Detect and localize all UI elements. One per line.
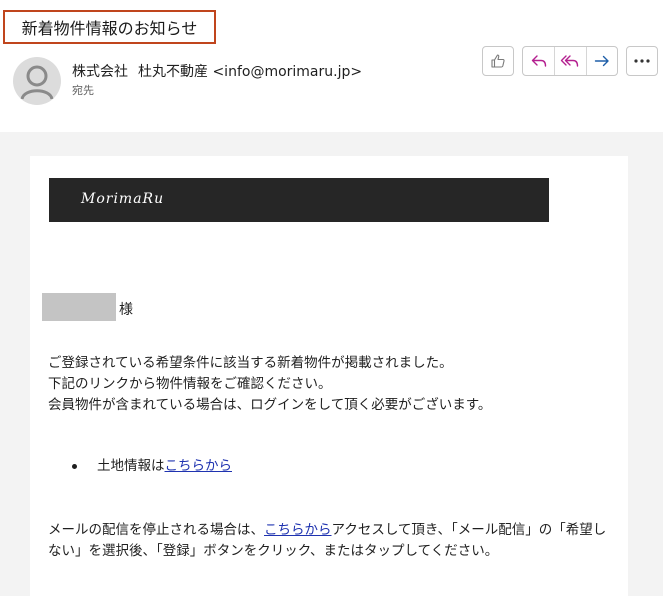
- unsubscribe-text-before: メールの配信を停止される場合は、: [48, 522, 264, 538]
- message-body-area: MorimaRu 様 ご登録されている希望条件に該当する新着物件が掲載されました…: [0, 132, 663, 596]
- sender-email: <info@morimaru.jp>: [212, 64, 363, 80]
- more-options-icon: [634, 59, 650, 63]
- intro-paragraph: ご登録されている希望条件に該当する新着物件が掲載されました。 下記のリンクから物…: [48, 353, 618, 416]
- sender-name: 杜丸不動産: [138, 64, 208, 80]
- sender-line[interactable]: 株式会社 杜丸不動産 <info@morimaru.jp>: [72, 61, 362, 81]
- message-content: MorimaRu 様 ご登録されている希望条件に該当する新着物件が掲載されました…: [30, 156, 628, 596]
- avatar[interactable]: [13, 57, 61, 105]
- bullet-dot: [72, 463, 77, 469]
- unsubscribe-paragraph: メールの配信を停止される場合は、こちらからアクセスして頂き、「メール配信」の「希…: [48, 520, 614, 562]
- intro-line: ご登録されている希望条件に該当する新着物件が掲載されました。: [48, 355, 453, 371]
- reply-button[interactable]: [523, 47, 554, 75]
- forward-button[interactable]: [585, 47, 617, 75]
- brand-banner: MorimaRu: [49, 178, 549, 222]
- land-info-link[interactable]: こちらから: [165, 458, 233, 474]
- list-item: 土地情報はこちらから: [72, 454, 232, 474]
- reply-action-group: [522, 46, 618, 76]
- intro-line: 会員物件が含まれている場合は、ログインをして頂く必要がございます。: [48, 397, 492, 413]
- honorific: 様: [119, 302, 133, 318]
- sender-company: 株式会社: [72, 64, 128, 80]
- reply-all-icon: [561, 55, 579, 67]
- reply-icon: [531, 55, 546, 67]
- reply-all-button[interactable]: [554, 47, 585, 75]
- land-info-label: 土地情報は: [97, 458, 165, 474]
- redacted-recipient-name: [42, 293, 116, 321]
- forward-icon: [594, 55, 609, 67]
- unsubscribe-link[interactable]: こちらから: [264, 522, 332, 538]
- email-subject: 新着物件情報のお知らせ: [3, 10, 216, 44]
- person-icon: [20, 65, 54, 100]
- recipient-label[interactable]: 宛先: [72, 82, 94, 98]
- thumbs-up-icon: [491, 54, 505, 68]
- brand-logo: MorimaRu: [81, 191, 165, 207]
- intro-line: 下記のリンクから物件情報をご確認ください。: [48, 376, 332, 392]
- like-button[interactable]: [482, 46, 514, 76]
- more-options-button[interactable]: [626, 46, 658, 76]
